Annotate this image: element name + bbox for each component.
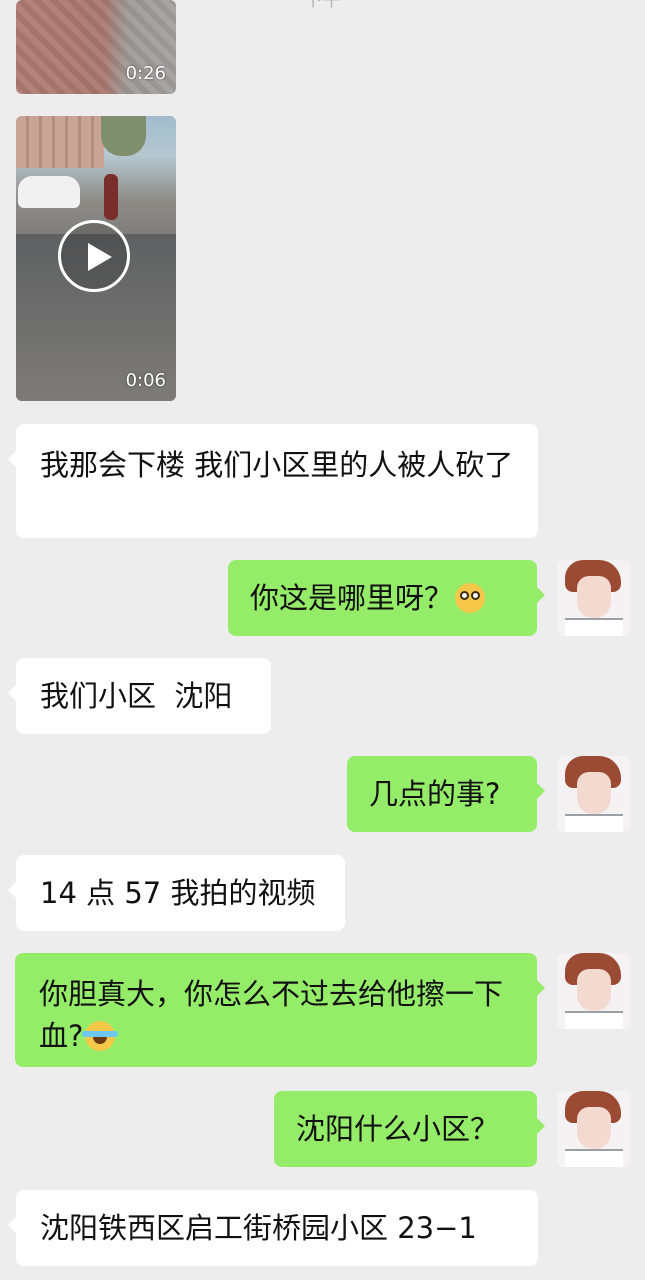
outgoing-message-bubble[interactable]: 你胆真大，你怎么不过去给他擦一下血? bbox=[15, 953, 545, 1067]
message-text: 我们小区 沈阳 bbox=[40, 679, 233, 713]
message-text: 你这是哪里呀？ bbox=[250, 581, 454, 615]
avatar[interactable] bbox=[557, 756, 631, 832]
avatar[interactable] bbox=[557, 1091, 631, 1167]
message-text: 沈阳什么小区？ bbox=[296, 1112, 500, 1146]
video-thumbnail-person bbox=[104, 174, 118, 220]
flushed-face-emoji-icon bbox=[455, 583, 486, 613]
avatar-collar bbox=[565, 1149, 623, 1167]
avatar-collar bbox=[565, 1011, 623, 1029]
video-message[interactable]: 0:06 bbox=[16, 116, 176, 401]
avatar-face bbox=[577, 772, 611, 814]
video-message[interactable]: 0:26 bbox=[16, 0, 176, 94]
incoming-message-bubble[interactable]: 我们小区 沈阳 bbox=[8, 658, 271, 734]
outgoing-message-bubble[interactable]: 几点的事? bbox=[347, 756, 545, 832]
avatar-collar bbox=[565, 618, 623, 636]
play-icon[interactable] bbox=[58, 220, 130, 292]
incoming-message-bubble[interactable]: 我那会下楼 我们小区里的人被人砍了 bbox=[8, 424, 538, 538]
video-thumbnail-tree bbox=[101, 116, 146, 156]
incoming-message-bubble[interactable]: 沈阳铁西区启工街桥园小区 23−1 bbox=[8, 1190, 538, 1266]
message-text: 沈阳铁西区启工街桥园小区 23−1 bbox=[40, 1211, 477, 1245]
incoming-message-bubble[interactable]: 14 点 57 我拍的视频 bbox=[8, 855, 345, 931]
avatar-face bbox=[577, 576, 611, 618]
avatar[interactable] bbox=[557, 953, 631, 1029]
message-text: 14 点 57 我拍的视频 bbox=[40, 876, 316, 910]
video-duration: 0:06 bbox=[125, 370, 166, 391]
message-text: 我那会下楼 我们小区里的人被人砍了 bbox=[40, 448, 514, 482]
avatar-face bbox=[577, 969, 611, 1011]
video-duration: 0:26 bbox=[125, 63, 166, 84]
video-thumbnail-building bbox=[16, 116, 104, 168]
avatar-face bbox=[577, 1107, 611, 1149]
video-thumbnail-car bbox=[18, 176, 80, 208]
outgoing-message-bubble[interactable]: 沈阳什么小区？ bbox=[274, 1091, 545, 1167]
crying-face-emoji-icon bbox=[82, 1021, 119, 1051]
outgoing-message-bubble[interactable]: 你这是哪里呀？ bbox=[228, 560, 545, 636]
avatar[interactable] bbox=[557, 560, 631, 636]
message-text: 几点的事? bbox=[369, 777, 501, 811]
avatar-collar bbox=[565, 814, 623, 832]
